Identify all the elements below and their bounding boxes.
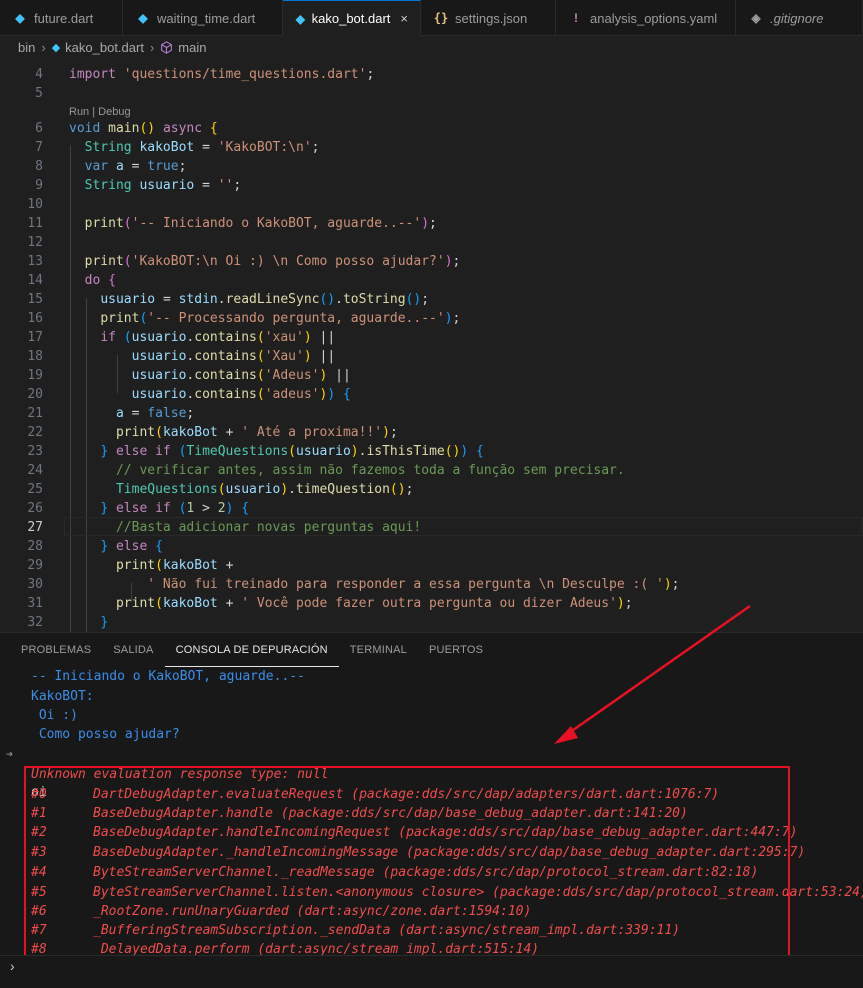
breadcrumb-file[interactable]: kako_bot.dart	[65, 40, 144, 55]
code-line-4: 4 import 'questions/time_questions.dart';	[35, 67, 375, 82]
code-line-14: 14 do {	[27, 273, 116, 288]
code-line-32: 32 }	[27, 615, 109, 630]
code-line-19: 19 usuario.contains('Adeus') ||	[27, 368, 351, 383]
bottom-panel: PROBLEMAS SALIDA CONSOLA DE DEPURACIÓN T…	[0, 632, 863, 988]
tab-settings-json[interactable]: {} settings.json	[421, 0, 556, 36]
code-line-29: 29 print(kakoBot +	[27, 558, 234, 573]
dart-icon: ◆	[15, 11, 25, 25]
dart-icon: ◆	[295, 11, 305, 26]
console-user-input-line: ➔ oi	[6, 747, 47, 800]
tab-ports[interactable]: PUERTOS	[418, 633, 494, 667]
error-highlight-box	[24, 766, 790, 968]
tab-future-dart[interactable]: ◆ future.dart	[0, 0, 123, 36]
code-line-15: 15 usuario = stdin.readLineSync().toStri…	[27, 292, 430, 307]
tab-terminal[interactable]: TERMINAL	[339, 633, 418, 667]
breadcrumb: bin › ◆ kako_bot.dart › main	[0, 36, 863, 58]
tab-waiting-time-dart[interactable]: ◆ waiting_time.dart	[123, 0, 283, 36]
tab-output[interactable]: SALIDA	[102, 633, 164, 667]
tab-gitignore[interactable]: ◈ .gitignore	[736, 0, 863, 36]
tab-analysis-options-yaml[interactable]: ! analysis_options.yaml	[556, 0, 736, 36]
editor-tab-bar: ◆ future.dart ◆ waiting_time.dart ◆ kako…	[0, 0, 863, 36]
code-line-28: 28 } else {	[27, 539, 163, 554]
json-braces-icon: {}	[433, 11, 449, 25]
panel-tab-bar: PROBLEMAS SALIDA CONSOLA DE DEPURACIÓN T…	[0, 633, 863, 667]
tab-label: settings.json	[455, 10, 528, 26]
code-line-18: 18 usuario.contains('Xau') ||	[27, 349, 336, 364]
code-line-23: 23 } else if (TimeQuestions(usuario).isT…	[27, 444, 484, 459]
code-line-6: 6 void main() async {	[35, 121, 218, 136]
tab-label: kako_bot.dart	[311, 11, 391, 26]
code-line-17: 17 if (usuario.contains('xau') ||	[27, 330, 336, 345]
chevron-right-icon: ›	[10, 958, 15, 974]
dart-icon: ◆	[138, 11, 148, 25]
code-line-16: 16 print('-- Processando pergunta, aguar…	[27, 311, 461, 326]
code-editor[interactable]: 4 import 'questions/time_questions.dart';…	[0, 62, 863, 632]
cube-icon	[160, 40, 173, 54]
tab-problems[interactable]: PROBLEMAS	[10, 633, 102, 667]
breadcrumb-symbol[interactable]: main	[178, 40, 206, 55]
tab-label: analysis_options.yaml	[590, 10, 718, 26]
breadcrumb-folder[interactable]: bin	[18, 40, 35, 55]
code-line-22: 22 print(kakoBot + ' Até a proxima!!');	[27, 425, 398, 440]
tab-label: future.dart	[34, 10, 94, 26]
code-line-26: 26 } else if (1 > 2) {	[27, 501, 250, 516]
code-line-13: 13 print('KakoBOT:\n Oi :) \n Como posso…	[27, 254, 461, 269]
chevron-right-icon: ›	[149, 39, 155, 55]
code-line-11: 11 print('-- Iniciando o KakoBOT, aguard…	[27, 216, 437, 231]
dart-icon: ◆	[51, 41, 61, 54]
code-line-27: 27 //Basta adicionar novas perguntas aqu…	[27, 520, 422, 535]
console-output-line: Oi :)	[31, 708, 78, 723]
code-line-7: 7 String kakoBot = 'KakoBOT:\n';	[35, 140, 320, 155]
console-output-line: Como posso ajudar?	[31, 727, 180, 742]
arrow-right-icon: ➔	[6, 747, 14, 761]
code-line-5: 5	[35, 86, 43, 101]
tab-debug-console[interactable]: CONSOLA DE DEPURACIÓN	[164, 633, 339, 667]
debug-console-input[interactable]: ›	[0, 955, 863, 976]
code-line-20: 20 usuario.contains('adeus')) {	[27, 387, 351, 402]
console-output-line: KakoBOT:	[31, 689, 94, 704]
tab-kako-bot-dart[interactable]: ◆ kako_bot.dart ×	[283, 0, 421, 36]
tab-label: waiting_time.dart	[157, 10, 256, 26]
code-line-31: 31 print(kakoBot + ' Você pode fazer out…	[27, 596, 633, 611]
git-icon: ◈	[751, 11, 761, 25]
chevron-right-icon: ›	[41, 39, 46, 55]
run-debug-codelens[interactable]: Run | Debug	[69, 104, 131, 120]
code-line-9: 9 String usuario = '';	[35, 178, 242, 193]
code-line-10: 10	[27, 197, 43, 212]
console-output-line: -- Iniciando o KakoBOT, aguarde..--	[31, 669, 305, 684]
exclamation-icon: !	[574, 11, 578, 25]
close-icon[interactable]: ×	[400, 11, 408, 26]
code-line-8: 8 var a = true;	[35, 159, 187, 174]
code-line-24: 24 // verificar antes, assim não fazemos…	[27, 463, 625, 478]
code-line-30: 30 ' Não fui treinado para responder a e…	[27, 577, 680, 592]
code-line-12: 12	[27, 235, 43, 250]
code-line-21: 21 a = false;	[27, 406, 195, 421]
code-line-25: 25 TimeQuestions(usuario).timeQuestion()…	[27, 482, 414, 497]
tab-label: .gitignore	[770, 10, 824, 26]
